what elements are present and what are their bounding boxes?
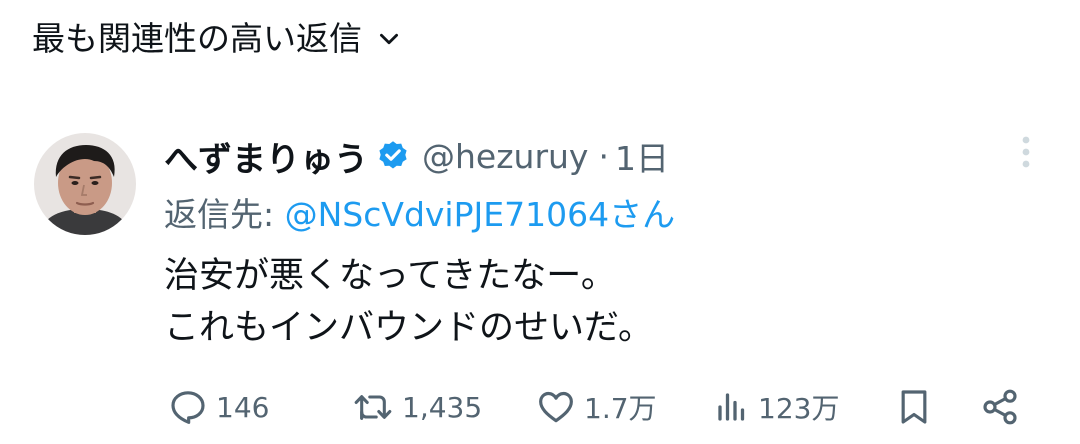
- separator-dot: ·: [598, 136, 609, 176]
- user-handle[interactable]: @hezuruy: [422, 137, 588, 176]
- reply-thread-page: 最も関連性の高い返信 へずまりゅう @hezuruy · 1日 返信先: @NS…: [0, 0, 1080, 444]
- repost-icon: [354, 395, 392, 420]
- repost-count: 1,435: [402, 390, 483, 424]
- tweet-header: へずまりゅう @hezuruy · 1日: [164, 130, 669, 182]
- analytics-icon: [718, 393, 745, 421]
- reply-prefix: 返信先:: [164, 195, 285, 234]
- reply-button[interactable]: 146: [168, 382, 269, 432]
- tweet-actions: 146 1,435 1.7万 123万: [164, 382, 1044, 432]
- tweet-text-line: 治安が悪くなってきたなー。: [164, 256, 616, 296]
- more-vertical-icon[interactable]: [1014, 132, 1038, 172]
- user-avatar[interactable]: [34, 133, 136, 235]
- like-button[interactable]: 1.7万: [536, 382, 657, 432]
- display-name[interactable]: へずまりゅう: [164, 132, 368, 181]
- view-count: 123万: [758, 392, 840, 425]
- reply-sort-dropdown[interactable]: 最も関連性の高い返信: [32, 14, 402, 64]
- tweet-text-line: これもインバウンドのせいだ。: [164, 308, 653, 348]
- tweet-text: 治安が悪くなってきたなー。 これもインバウンドのせいだ。: [164, 250, 653, 354]
- bookmark-icon: [901, 390, 927, 424]
- share-icon: [983, 389, 1017, 425]
- like-count: 1.7万: [584, 392, 657, 425]
- reply-context: 返信先: @NScVdviPJE71064さん: [164, 190, 675, 240]
- reply-sort-label: 最も関連性の高い返信: [32, 19, 362, 58]
- reply-icon: [171, 391, 205, 424]
- bookmark-button[interactable]: [894, 382, 934, 432]
- timestamp[interactable]: 1日: [615, 132, 669, 180]
- verified-badge-icon[interactable]: [376, 139, 410, 173]
- repost-button[interactable]: 1,435: [352, 382, 482, 432]
- reply-count: 146: [216, 390, 270, 424]
- reply-target-link[interactable]: @NScVdviPJE71064さん: [285, 195, 675, 234]
- views-button[interactable]: 123万: [714, 382, 839, 432]
- chevron-down-icon: [380, 33, 398, 45]
- heart-icon: [539, 391, 573, 423]
- share-button[interactable]: [980, 382, 1020, 432]
